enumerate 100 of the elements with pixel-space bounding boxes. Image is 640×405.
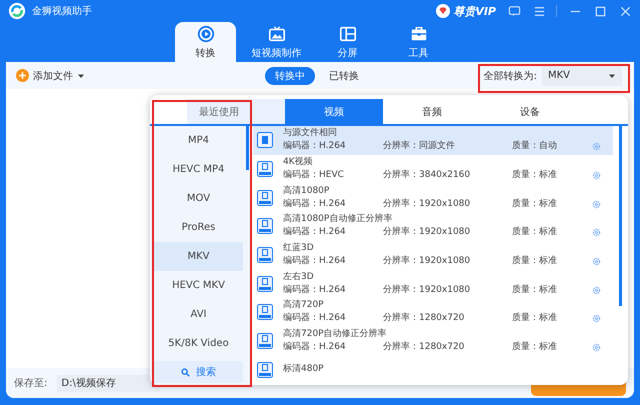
settings-icon[interactable] [592, 142, 601, 152]
preset-name: 高清720P自动修正分辨率 [283, 328, 388, 342]
settings-icon[interactable] [592, 314, 601, 324]
format-item[interactable]: ProRes [154, 213, 243, 242]
codec-text: 编码器：H.264 [283, 284, 347, 297]
preset-row[interactable]: 高清1080P 编码器：H.264 分辨率：1920x1080 质量：标准 [253, 183, 613, 212]
preset-row[interactable]: 高清1080P自动修正分辨率 编码器：H.264 分辨率：1920x1080 质量：标准 [253, 212, 613, 241]
resolution-text: 分辨率：1920x1080 [383, 198, 472, 211]
nav-tab[interactable]: 转换 [175, 22, 236, 62]
format-category-tab[interactable]: 视频 [285, 99, 383, 124]
preset-row[interactable]: 4K视频 编码器：HEVC 分辨率：3840x2160 质量：标准 [253, 154, 613, 184]
format-category-tab[interactable]: 音频 [383, 99, 481, 124]
settings-icon[interactable] [592, 343, 601, 352]
format-item[interactable]: MKV [154, 242, 243, 271]
vip-badge[interactable]: 尊贵VIP [436, 4, 496, 18]
nav-tab[interactable]: 工具 [388, 22, 449, 62]
format-dropdown[interactable]: MKV [542, 66, 622, 86]
video-file-icon [257, 161, 273, 178]
split-screen-icon [338, 24, 356, 42]
preset-row[interactable]: 与源文件相同 编码器：H.264 分辨率：同源文件 质量：自动 [253, 126, 613, 155]
preset-name: 左右3D [283, 270, 315, 284]
resolution-text: 分辨率：1920x1080 [383, 226, 472, 240]
codec-text: 编码器：H.264 [283, 226, 347, 240]
video-file-icon [257, 132, 273, 148]
video-file-icon [257, 362, 273, 378]
format-item[interactable]: HEVC MKV [154, 271, 243, 300]
quality-text: 质量：自动 [512, 140, 558, 154]
video-file-icon [257, 276, 273, 292]
codec-text: 编码器：H.264 [283, 255, 347, 268]
video-file-icon [257, 190, 273, 206]
format-category-tab[interactable]: 最近使用 [187, 99, 285, 124]
resolution-text: 分辨率：3840x2160 [383, 169, 472, 182]
nav-tab[interactable]: 短视频制作 [246, 22, 307, 62]
preset-name: 与源文件相同 [283, 127, 338, 140]
format-item[interactable]: MP4 [154, 126, 243, 155]
format-category-tab[interactable]: 设备 [481, 99, 579, 124]
format-item[interactable]: AVI [154, 300, 243, 329]
settings-icon[interactable] [592, 171, 601, 180]
preset-row[interactable]: 左右3D 编码器：H.264 分辨率：1920x1080 质量：标准 [253, 269, 613, 298]
menu-icon[interactable] [533, 4, 546, 18]
settings-icon[interactable] [592, 200, 601, 209]
settings-icon[interactable] [592, 228, 601, 238]
format-item[interactable]: MOV [154, 184, 243, 213]
status-tab[interactable]: 转换中 [265, 66, 315, 84]
quality-text: 质量：标准 [512, 341, 558, 354]
convert-all-label: 全部转换为: [484, 70, 537, 82]
video-file-icon [257, 247, 273, 264]
resolution-text: 分辨率：1920x1080 [383, 284, 472, 297]
quality-text: 质量：标准 [512, 198, 558, 211]
codec-text: 编码器：H.264 [283, 140, 347, 154]
preset-name: 高清1080P [283, 184, 330, 198]
preset-row[interactable]: 高清720P自动修正分辨率 编码器：H.264 分辨率：1280x720 质量：标准 [253, 326, 613, 356]
nav-tab[interactable]: 分屏 [317, 22, 378, 62]
preset-name: 4K视频 [283, 156, 314, 170]
video-file-icon [257, 218, 273, 234]
status-tab[interactable]: 已转换 [319, 66, 369, 84]
close-icon[interactable] [619, 4, 632, 18]
add-file-button[interactable]: 添加文件 [16, 68, 85, 82]
save-path-field[interactable]: D:\视频保存 [57, 374, 160, 392]
codec-text: 编码器：HEVC [283, 169, 345, 182]
video-file-icon [257, 333, 273, 350]
search-icon [181, 368, 190, 376]
preset-row[interactable]: 标清480P [253, 356, 613, 384]
chat-icon[interactable] [508, 4, 521, 18]
save-to-label: 保存至: [14, 377, 48, 390]
preset-name: 高清720P [283, 299, 325, 312]
quality-text: 质量：标准 [512, 169, 558, 182]
format-item[interactable]: HEVC MP4 [154, 155, 243, 184]
quality-text: 质量：标准 [512, 255, 558, 268]
resolution-text: 分辨率：同源文件 [383, 140, 456, 154]
resolution-text: 分辨率：1280x720 [383, 341, 466, 354]
codec-text: 编码器：H.264 [283, 341, 347, 354]
scrollbar[interactable] [619, 126, 622, 306]
logo-icon [8, 2, 26, 20]
format-item[interactable]: 5K/8K Video [154, 329, 243, 358]
caret-icon [77, 72, 85, 80]
tv-icon [268, 24, 286, 42]
resolution-text: 分辨率：1280x720 [383, 312, 466, 326]
settings-icon[interactable] [592, 286, 601, 295]
plus-icon [16, 69, 29, 82]
resolution-text: 分辨率：1920x1080 [383, 255, 472, 268]
preset-row[interactable]: 高清720P 编码器：H.264 分辨率：1280x720 质量：标准 [253, 298, 613, 327]
toolbox-icon [410, 24, 428, 42]
quality-text: 质量：标准 [512, 312, 558, 326]
preset-name: 标清480P [283, 363, 324, 376]
scrollbar[interactable] [246, 126, 249, 170]
caret-icon [608, 72, 616, 80]
preset-row[interactable]: 红蓝3D 编码器：H.264 分辨率：1920x1080 质量：标准 [253, 240, 613, 270]
search-button[interactable]: 搜索 [154, 361, 243, 383]
codec-text: 编码器：H.264 [283, 312, 347, 326]
quality-text: 质量：标准 [512, 284, 558, 297]
preset-name: 红蓝3D [283, 242, 315, 256]
preset-name: 高清1080P自动修正分辨率 [283, 213, 394, 226]
maximize-icon[interactable] [594, 4, 607, 18]
video-file-icon [257, 304, 273, 320]
codec-text: 编码器：H.264 [283, 198, 347, 211]
settings-icon[interactable] [592, 257, 601, 266]
play-circle-icon [196, 24, 214, 42]
quality-text: 质量：标准 [512, 226, 558, 240]
window-title: 金狮视频助手 [32, 4, 92, 18]
